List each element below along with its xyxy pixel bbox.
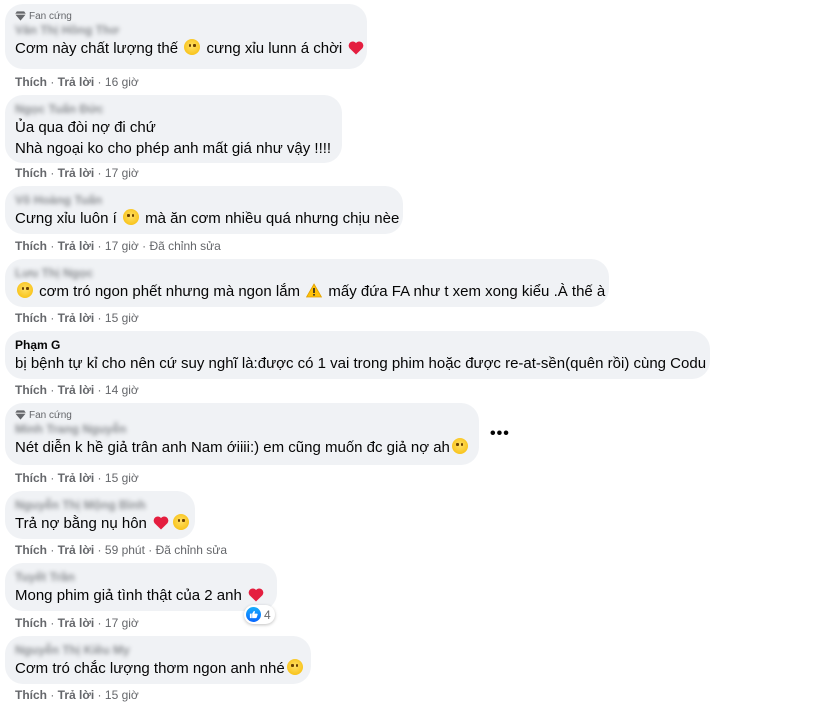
reply-link[interactable]: Trả lời [58, 688, 95, 702]
timestamp[interactable]: 15 giờ [105, 688, 139, 702]
fan-badge: Fan cứng [15, 409, 467, 421]
comment: Võ Hoàng Tuấn Cưng xỉu luôn í mà ăn cơm … [5, 186, 403, 234]
comment: Lưu Thị Ngọc cơm tró ngon phết nhưng mà … [5, 259, 609, 307]
reply-link[interactable]: Trả lời [58, 471, 95, 485]
comment-text-line: Nhà ngoại ko cho phép anh mất giá như vậ… [15, 140, 332, 157]
like-link[interactable]: Thích [15, 75, 47, 89]
like-link[interactable]: Thích [15, 688, 47, 702]
comment-meta: Thích · Trả lời · 17 giờ [15, 616, 139, 630]
comment: Fan cứng Văn Thị Hồng Thơ Cơm này chất l… [5, 4, 367, 69]
comment-author[interactable]: Minh Trang Nguyễn [15, 421, 467, 437]
comment-author[interactable]: Võ Hoàng Tuấn [15, 192, 391, 208]
comment-text: Trả nợ bằng nụ hôn [15, 513, 190, 534]
comment-bubble: Lưu Thị Ngọc cơm tró ngon phết nhưng mà … [5, 259, 609, 307]
more-options-icon[interactable]: ••• [490, 425, 510, 443]
red-heart-emoji [153, 516, 169, 530]
fan-badge: Fan cứng [15, 10, 355, 22]
comment-meta: Thích · Trả lời · 15 giờ [15, 311, 139, 325]
edited-label[interactable]: Đã chỉnh sửa [149, 239, 220, 253]
comment-author[interactable]: Lưu Thị Ngọc [15, 265, 597, 281]
timestamp[interactable]: 17 giờ [105, 239, 139, 253]
comment-text: Cơm tró chắc lượng thơm ngon anh nhé [15, 658, 303, 679]
comment-bubble: Phạm G bị bệnh tự kỉ cho nên cứ suy nghĩ… [5, 331, 710, 379]
timestamp[interactable]: 59 phút [105, 543, 145, 557]
comment-text: Nét diễn k hề giả trân anh Nam ớiiii:) e… [15, 437, 468, 458]
diamond-icon [15, 11, 26, 21]
comment-meta: Thích · Trả lời · 17 giờ [15, 166, 139, 180]
diamond-icon [15, 410, 26, 420]
comment: Phạm G bị bệnh tự kỉ cho nên cứ suy nghĩ… [5, 331, 710, 379]
edited-label[interactable]: Đã chỉnh sửa [156, 543, 227, 557]
reaction-summary[interactable]: 4 [244, 605, 275, 624]
comment-author[interactable]: Ngọc Tuấn Đức [15, 101, 330, 117]
reply-link[interactable]: Trả lời [58, 383, 95, 397]
comment-author[interactable]: Tuyết Trần [15, 569, 265, 585]
like-link[interactable]: Thích [15, 383, 47, 397]
comment-bubble: Tuyết Trần Mong phim giả tình thật của 2… [5, 563, 277, 611]
comment-bubble: Võ Hoàng Tuấn Cưng xỉu luôn í mà ăn cơm … [5, 186, 403, 234]
comment-author[interactable]: Nguyễn Thị Kiều My [15, 642, 299, 658]
reply-link[interactable]: Trả lời [58, 543, 95, 557]
timestamp[interactable]: 17 giờ [105, 166, 139, 180]
comment-bubble: Fan cứng Minh Trang Nguyễn Nét diễn k hề… [5, 403, 479, 465]
reply-link[interactable]: Trả lời [58, 166, 95, 180]
laughing-emoji [122, 209, 139, 225]
comment-author[interactable]: Nguyễn Thị Mộng Bình [15, 497, 183, 513]
like-thumb-icon [246, 607, 261, 622]
comment-text: bị bệnh tự kỉ cho nên cứ suy nghĩ là:đượ… [15, 355, 707, 372]
red-heart-emoji [349, 41, 364, 55]
like-link[interactable]: Thích [15, 616, 47, 630]
comment-bubble: Nguyễn Thị Mộng Bình Trả nợ bằng nụ hôn [5, 491, 195, 539]
comment-bubble: Fan cứng Văn Thị Hồng Thơ Cơm này chất l… [5, 4, 367, 69]
red-heart-emoji [248, 588, 264, 602]
comment-text: Cưng xỉu luôn í mà ăn cơm nhiều quá nhưn… [15, 209, 400, 227]
reply-link[interactable]: Trả lời [58, 75, 95, 89]
comment-text: cơm tró ngon phết nhưng mà ngon lắm mấy … [15, 281, 605, 302]
like-link[interactable]: Thích [15, 543, 47, 557]
reply-link[interactable]: Trả lời [58, 616, 95, 630]
sad-emoji [286, 659, 303, 675]
like-link[interactable]: Thích [15, 239, 47, 253]
comment-meta: Thích · Trả lời · 14 giờ [15, 383, 139, 397]
comment-meta: Thích · Trả lời · 17 giờ · Đã chỉnh sửa [15, 239, 221, 253]
comment-meta: Thích · Trả lời · 59 phút · Đã chỉnh sửa [15, 543, 228, 557]
smiling-emoji [17, 282, 33, 298]
like-link[interactable]: Thích [15, 166, 47, 180]
comment: Nguyễn Thị Kiều My Cơm tró chắc lượng th… [5, 636, 311, 684]
warning-emoji [306, 283, 323, 298]
comment: Tuyết Trần Mong phim giả tình thật của 2… [5, 563, 277, 611]
reaction-count: 4 [264, 607, 271, 622]
comment-meta: Thích · Trả lời · 15 giờ [15, 471, 139, 485]
comment-author[interactable]: Văn Thị Hồng Thơ [15, 22, 355, 38]
comment: Fan cứng Minh Trang Nguyễn Nét diễn k hề… [5, 403, 479, 465]
comment-text-line: Ủa qua đòi nợ đi chứ [15, 119, 156, 136]
comment-text: Mong phim giả tình thật của 2 anh [15, 585, 265, 606]
timestamp[interactable]: 15 giờ [105, 311, 139, 325]
comment-meta: Thích · Trả lời · 16 giờ [15, 75, 139, 89]
like-link[interactable]: Thích [15, 311, 47, 325]
reply-link[interactable]: Trả lời [58, 311, 95, 325]
grimacing-emoji [451, 438, 468, 454]
comment: Ngọc Tuấn Đức Ủa qua đòi nợ đi chứ Nhà n… [5, 95, 342, 163]
comment-author[interactable]: Phạm G [15, 337, 698, 353]
grinning-emoji [173, 514, 190, 530]
timestamp[interactable]: 15 giờ [105, 471, 139, 485]
comment-bubble: Ngọc Tuấn Đức Ủa qua đòi nợ đi chứ Nhà n… [5, 95, 342, 163]
comment-bubble: Nguyễn Thị Kiều My Cơm tró chắc lượng th… [5, 636, 311, 684]
comment-text: Cơm này chất lượng thế cưng xỉu lunn á c… [15, 38, 364, 59]
comment: Nguyễn Thị Mộng Bình Trả nợ bằng nụ hôn [5, 491, 195, 539]
comment-meta: Thích · Trả lời · 15 giờ [15, 688, 139, 702]
like-link[interactable]: Thích [15, 471, 47, 485]
timestamp[interactable]: 16 giờ [105, 75, 139, 89]
reply-link[interactable]: Trả lời [58, 239, 95, 253]
timestamp[interactable]: 14 giờ [105, 383, 139, 397]
grinning-emoji [184, 39, 201, 55]
timestamp[interactable]: 17 giờ [105, 616, 139, 630]
